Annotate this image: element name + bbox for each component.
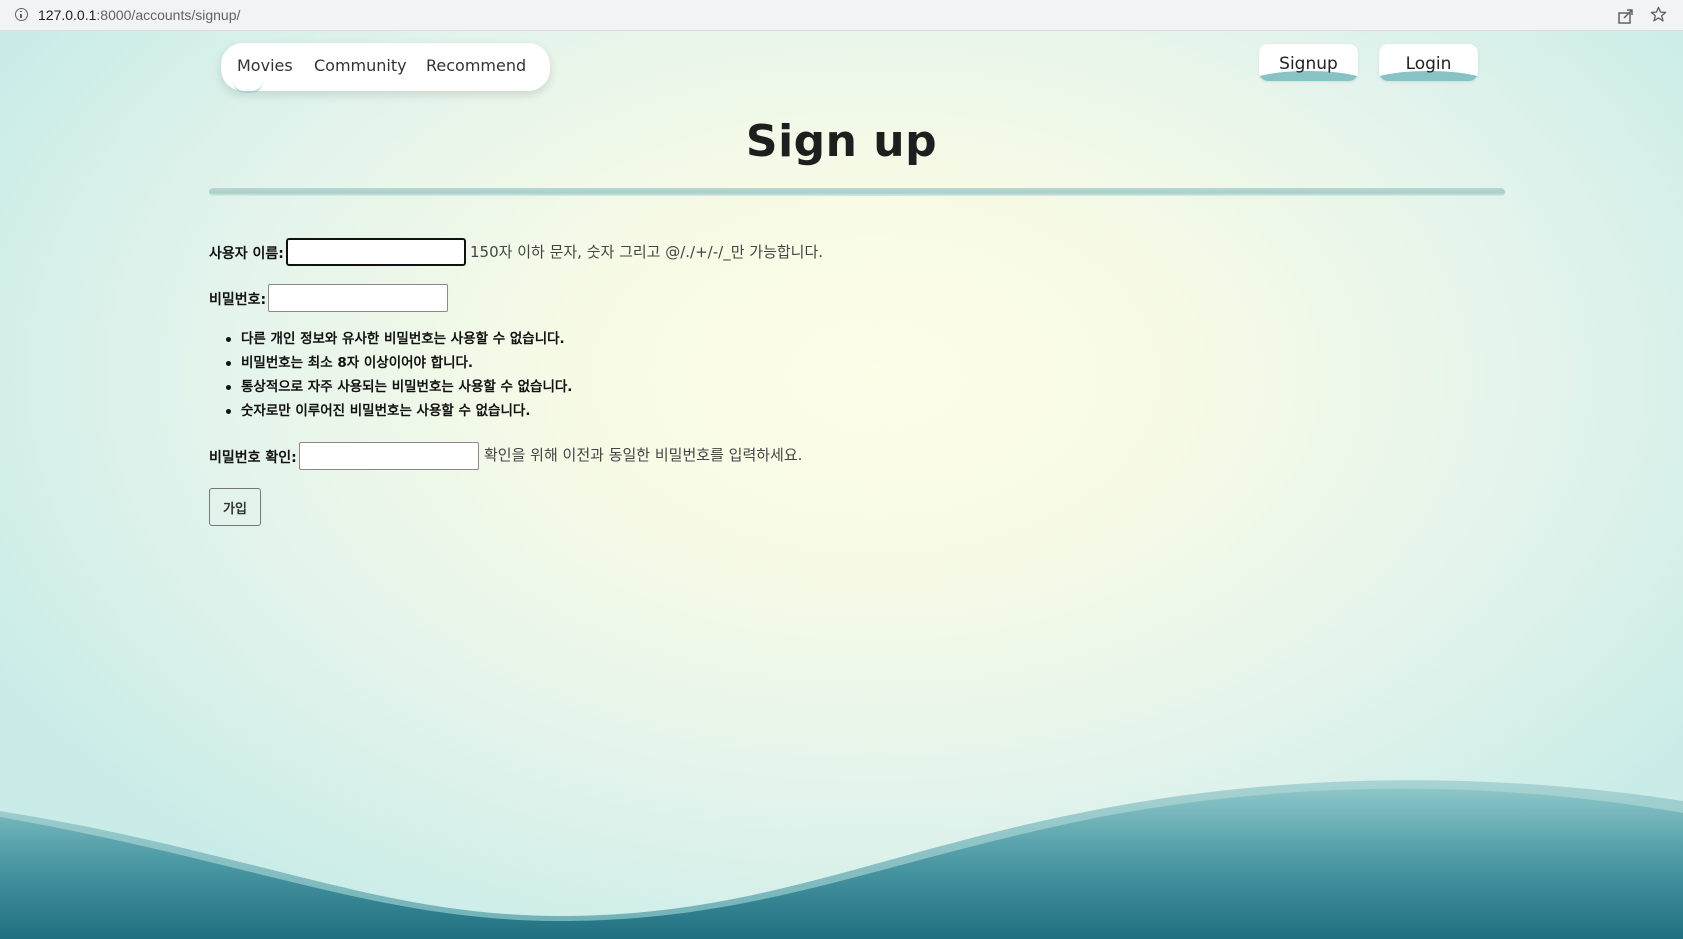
url-path: :8000/accounts/signup/ xyxy=(96,7,241,23)
nav-link-movies[interactable]: Movies xyxy=(237,56,293,75)
url-host: 127.0.0.1 xyxy=(38,7,97,23)
page-title: Sign up xyxy=(745,116,938,167)
main-nav: Movies Community Recommend xyxy=(221,43,550,93)
nav-accent-curve xyxy=(233,81,263,93)
url-field[interactable]: 127.0.0.1:8000/accounts/signup/ xyxy=(38,7,240,23)
login-button[interactable]: Login xyxy=(1379,44,1478,81)
wave-front-layer xyxy=(0,788,1683,939)
password-confirm-input[interactable] xyxy=(299,442,479,470)
password-input[interactable] xyxy=(268,284,448,312)
bookmark-star-icon[interactable] xyxy=(1649,5,1668,24)
password-label: 비밀번호: xyxy=(209,292,267,308)
password-rule-item: 비밀번호는 최소 8자 이상이어야 합니다. xyxy=(224,351,572,375)
decorative-wave xyxy=(0,780,1683,939)
login-button-label: Login xyxy=(1405,54,1452,74)
password-rules-list: 다른 개인 정보와 유사한 비밀번호는 사용할 수 없습니다. 비밀번호는 최소… xyxy=(224,327,572,423)
share-icon[interactable] xyxy=(1617,7,1635,25)
browser-address-bar: 127.0.0.1:8000/accounts/signup/ xyxy=(0,0,1683,31)
signup-button-label: Signup xyxy=(1279,54,1338,74)
password-rule-item: 통상적으로 자주 사용되는 비밀번호는 사용할 수 없습니다. xyxy=(224,375,572,399)
signup-button[interactable]: Signup xyxy=(1259,44,1358,81)
password-confirm-help-text: 확인을 위해 이전과 동일한 비밀번호를 입력하세요. xyxy=(484,446,803,464)
title-divider xyxy=(209,188,1505,196)
page-body: Movies Community Recommend Signup Login … xyxy=(0,31,1683,939)
site-info-icon[interactable] xyxy=(15,8,28,21)
password-rule-item: 다른 개인 정보와 유사한 비밀번호는 사용할 수 없습니다. xyxy=(224,327,572,351)
password-rule-item: 숫자로만 이루어진 비밀번호는 사용할 수 없습니다. xyxy=(224,399,572,423)
username-label: 사용자 이름: xyxy=(209,246,284,262)
username-help-text: 150자 이하 문자, 숫자 그리고 @/./+/-/_만 가능합니다. xyxy=(470,243,824,261)
password-confirm-label: 비밀번호 확인: xyxy=(209,450,297,466)
nav-link-community[interactable]: Community xyxy=(314,56,407,75)
nav-link-recommend[interactable]: Recommend xyxy=(426,56,526,75)
username-input[interactable] xyxy=(286,238,466,266)
submit-signup-button[interactable]: 가입 xyxy=(209,488,261,526)
